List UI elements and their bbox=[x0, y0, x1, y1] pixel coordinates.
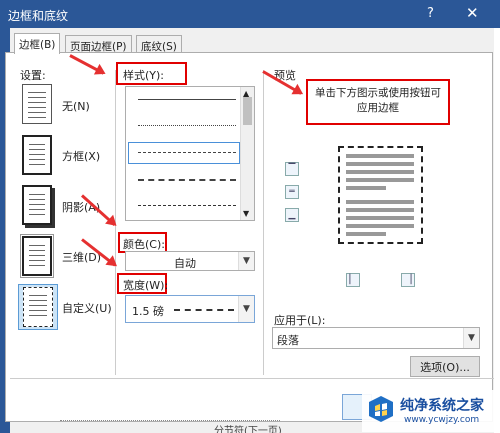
preview-text-line bbox=[346, 170, 414, 174]
setting-none-label[interactable]: 无(N) bbox=[62, 98, 90, 114]
footer-divider bbox=[10, 378, 494, 379]
left-border-icon[interactable]: ▏ bbox=[346, 273, 360, 287]
color-label: 颜色(C): bbox=[123, 238, 165, 251]
color-value: 自动 bbox=[174, 257, 196, 270]
style-dashed-small[interactable] bbox=[138, 152, 236, 153]
style-dash-dot[interactable] bbox=[138, 205, 236, 206]
style-selected[interactable] bbox=[128, 142, 240, 164]
width-select[interactable]: 1.5 磅 ▼ bbox=[125, 295, 255, 323]
style-scrollbar[interactable]: ▲ ▼ bbox=[240, 87, 254, 220]
width-line-sample bbox=[174, 309, 234, 311]
style-solid[interactable] bbox=[138, 99, 236, 100]
top-border-icon[interactable]: ▔ bbox=[285, 162, 299, 176]
style-dotted[interactable] bbox=[138, 125, 236, 126]
scroll-down-icon[interactable]: ▼ bbox=[243, 209, 249, 218]
preview-page[interactable] bbox=[338, 146, 423, 244]
preview-text-line bbox=[346, 200, 414, 204]
preview-hint: 单击下方图示或使用按钮可应用边框 bbox=[315, 87, 441, 114]
title-bar: 边框和底纹 ? ✕ bbox=[0, 0, 500, 28]
preview-text-line bbox=[346, 154, 414, 158]
divider-right bbox=[263, 70, 264, 375]
style-label: 样式(Y): bbox=[123, 69, 165, 82]
section-break-text: 分节符(下一页) bbox=[212, 422, 284, 433]
style-dashed-large[interactable] bbox=[138, 179, 236, 181]
options-button-label: 选项(O)... bbox=[420, 360, 470, 374]
setting-custom-selected[interactable] bbox=[18, 284, 58, 330]
setting-shadow-icon[interactable] bbox=[22, 185, 52, 225]
width-label: 宽度(W): bbox=[123, 279, 169, 292]
watermark-title: 纯净系统之家 bbox=[400, 398, 484, 414]
preview-text-line bbox=[346, 224, 414, 228]
bottom-border-icon[interactable]: ▁ bbox=[285, 208, 299, 222]
setting-none-icon[interactable] bbox=[22, 84, 52, 124]
apply-to-select[interactable]: 段落 ▼ bbox=[272, 327, 480, 349]
preview-text-line bbox=[346, 208, 414, 212]
tab-borders-label: 边框(B) bbox=[19, 39, 56, 51]
preview-text-line bbox=[346, 178, 414, 182]
apply-to-value: 段落 bbox=[277, 334, 299, 347]
chevron-down-icon: ▼ bbox=[238, 252, 254, 270]
style-list[interactable]: ▲ ▼ bbox=[125, 86, 255, 221]
close-button[interactable]: ✕ bbox=[466, 4, 479, 22]
apply-to-label: 应用于(L): bbox=[274, 314, 326, 327]
preview-text-line bbox=[346, 232, 386, 236]
right-border-icon[interactable]: ▕ bbox=[401, 273, 415, 287]
watermark: 纯净系统之家 www.ycwjzy.com bbox=[362, 390, 498, 432]
watermark-url: www.ycwjzy.com bbox=[404, 415, 480, 425]
settings-heading: 设置: bbox=[20, 69, 46, 82]
chevron-down-icon: ▼ bbox=[238, 296, 254, 322]
scroll-thumb[interactable] bbox=[243, 97, 252, 125]
preview-text-line bbox=[346, 216, 414, 220]
setting-custom-icon bbox=[23, 287, 53, 327]
middle-border-icon[interactable]: ═ bbox=[285, 185, 299, 199]
setting-3d-icon[interactable] bbox=[20, 234, 54, 278]
chevron-down-icon: ▼ bbox=[463, 328, 479, 348]
preview-text-line bbox=[346, 162, 414, 166]
options-button[interactable]: 选项(O)... bbox=[410, 356, 480, 377]
window-title: 边框和底纹 bbox=[8, 9, 69, 23]
help-button[interactable]: ? bbox=[427, 6, 434, 21]
setting-custom-label[interactable]: 自定义(U) bbox=[62, 300, 112, 316]
setting-box-icon[interactable] bbox=[22, 135, 52, 175]
color-select[interactable]: 自动 ▼ bbox=[125, 251, 255, 271]
preview-text-line bbox=[346, 186, 386, 190]
watermark-logo-icon bbox=[366, 394, 396, 424]
tab-borders[interactable]: 边框(B) bbox=[14, 33, 61, 54]
setting-box-label[interactable]: 方框(X) bbox=[62, 148, 100, 164]
width-value: 1.5 磅 bbox=[132, 305, 164, 318]
